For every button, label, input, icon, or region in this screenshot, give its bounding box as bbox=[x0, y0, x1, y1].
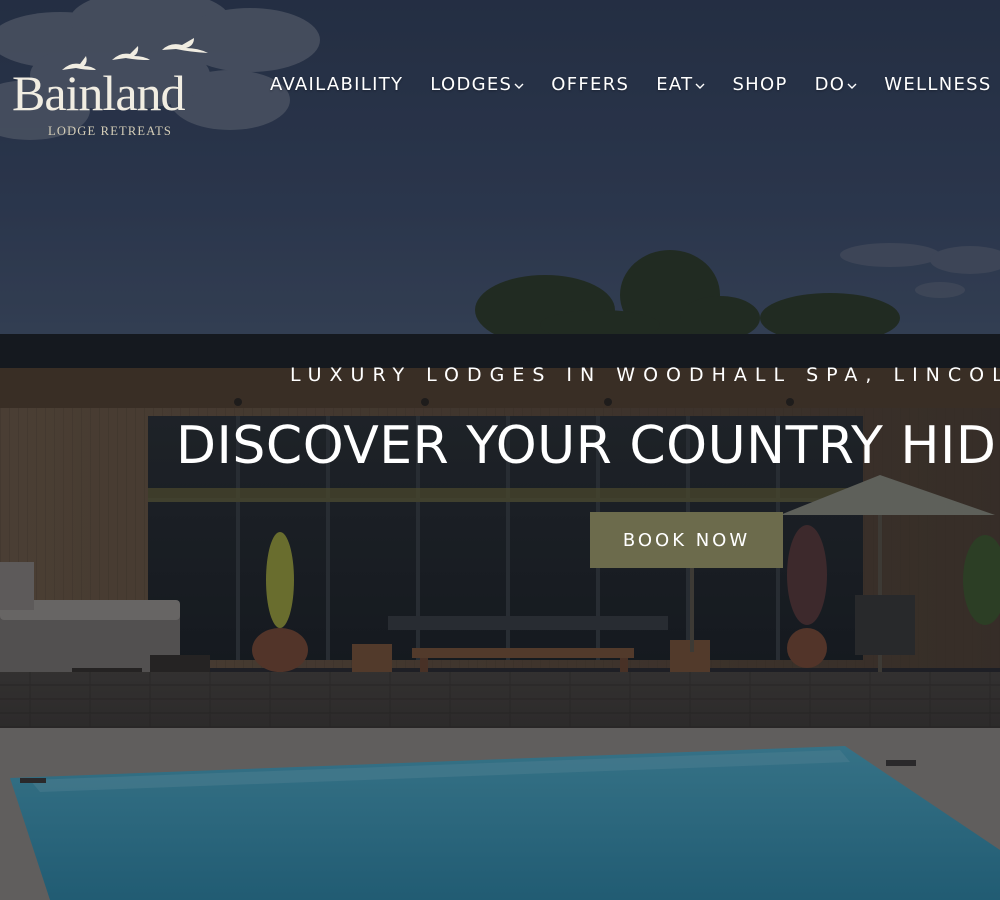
brand-logo[interactable]: Bainland LODGE RETREATS bbox=[10, 38, 220, 143]
nav-item-lodges[interactable]: LODGES bbox=[430, 74, 524, 95]
nav-item-availability[interactable]: AVAILABILITY bbox=[270, 74, 403, 95]
chevron-down-icon bbox=[514, 83, 524, 89]
nav-item-label: DO bbox=[814, 74, 846, 95]
brand-name: Bainland bbox=[12, 65, 186, 121]
nav-item-shop[interactable]: SHOP bbox=[732, 74, 787, 95]
nav-item-label: AVAILABILITY bbox=[270, 74, 404, 95]
nav-item-label: OFFERS bbox=[551, 74, 630, 95]
hero-section: Bainland LODGE RETREATS AVAILABILITY LOD… bbox=[0, 0, 1000, 900]
nav-item-offers[interactable]: OFFERS bbox=[551, 74, 629, 95]
chevron-down-icon bbox=[847, 83, 857, 89]
nav-item-label: SHOP bbox=[732, 74, 788, 95]
book-now-button[interactable]: BOOK NOW bbox=[590, 512, 783, 568]
nav-item-do[interactable]: DO bbox=[815, 74, 858, 95]
nav-item-wellness[interactable]: WELLNESS bbox=[884, 74, 991, 95]
brand-subtitle: LODGE RETREATS bbox=[48, 124, 173, 138]
hero-headline: DISCOVER YOUR COUNTRY HIDEAWAY bbox=[176, 416, 1000, 476]
nav-item-label: EAT bbox=[656, 74, 694, 95]
nav-item-eat[interactable]: EAT bbox=[656, 74, 705, 95]
chevron-down-icon bbox=[695, 83, 705, 89]
hero-tagline: LUXURY LODGES IN WOODHALL SPA, LINCOLNSH… bbox=[290, 364, 1000, 386]
nav-item-label: LODGES bbox=[430, 74, 513, 95]
nav-item-label: WELLNESS bbox=[884, 74, 992, 95]
main-navigation: AVAILABILITY LODGES OFFERS EAT SHOP DO W… bbox=[270, 74, 1000, 95]
